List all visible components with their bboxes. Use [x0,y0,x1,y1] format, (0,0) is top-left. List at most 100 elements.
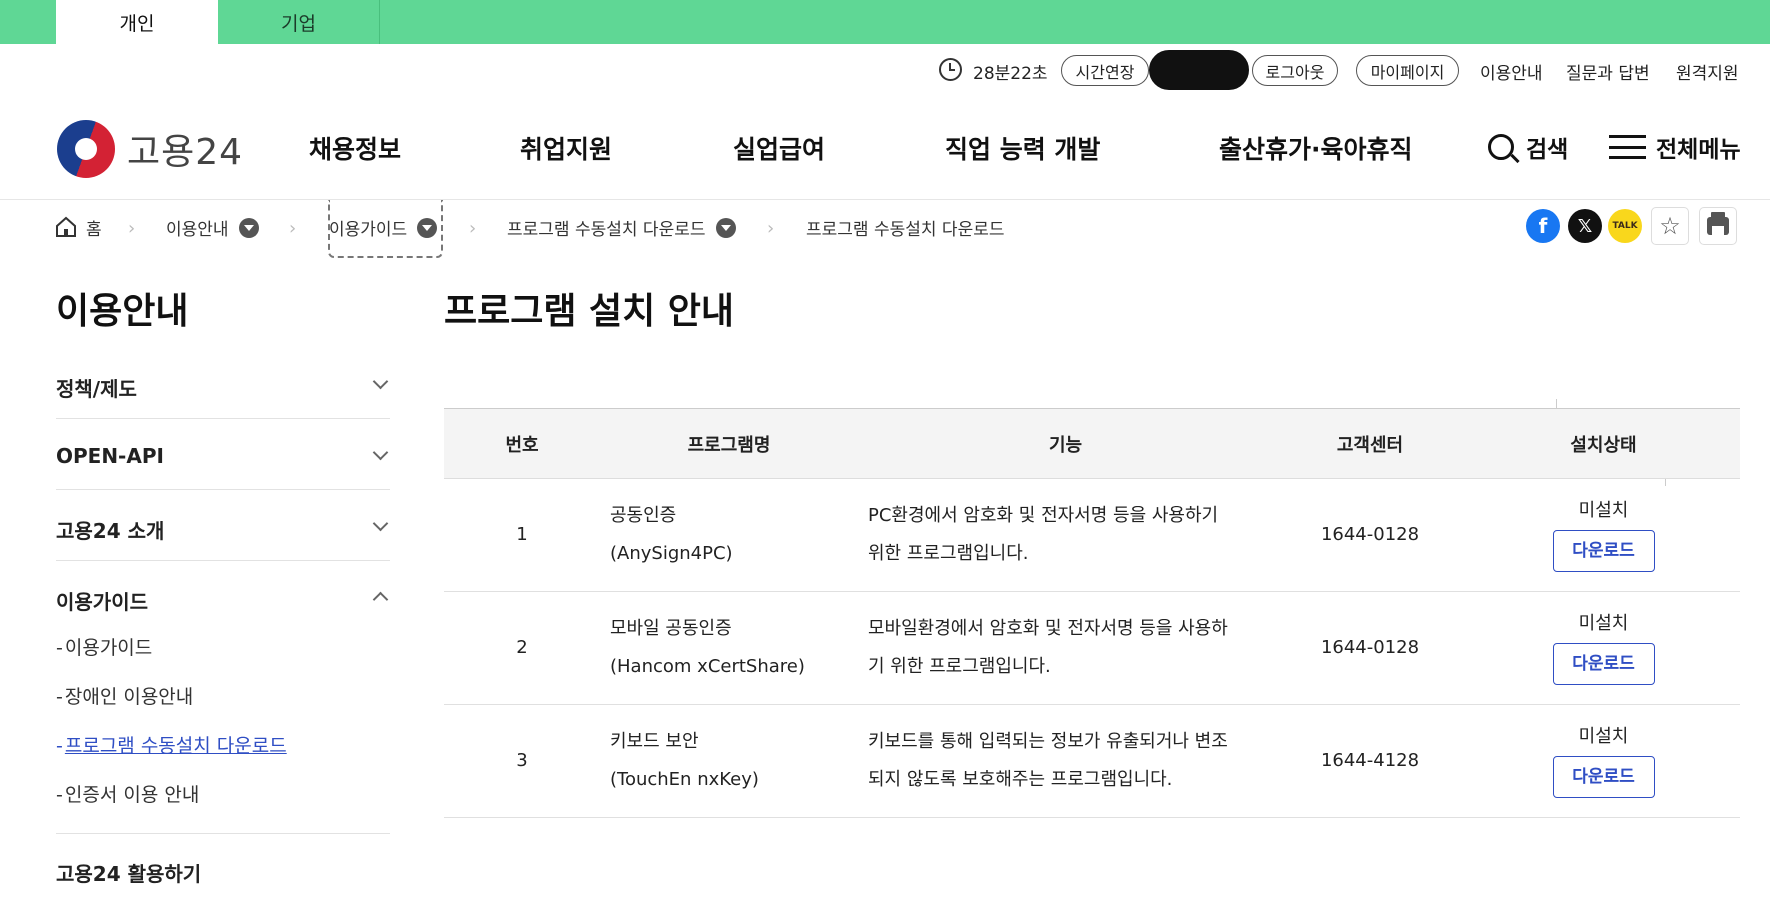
utility-bar: 28분22초 시간연장 로그아웃 마이페이지 이용안내 질문과 답변 원격지원 [0,50,1770,486]
dropdown-icon[interactable] [238,217,259,238]
gnb-parental-leave[interactable]: 출산휴가·육아휴직 [1219,130,1413,166]
taegeuk-logo-icon [57,120,115,178]
install-status-cell: 미설치다운로드 [1467,591,1740,705]
function-line: 키보드를 통해 입력되는 정보가 유출되거나 변조 [868,731,1228,752]
support-phone: 1644-0128 [1273,478,1467,592]
sidebar-item-program-download[interactable]: - 프로그램 수동설치 다운로드 [56,731,287,758]
guide-link[interactable]: 이용안내 [1480,59,1543,84]
gnb-jobs[interactable]: 채용정보 [309,130,401,166]
row-number: 2 [444,591,600,705]
sidebar-item-certificate[interactable]: - 인증서 이용 안내 [56,780,199,807]
program-name-line: 모바일 공동인증 [610,618,732,639]
col-header-status: 설치상태 [1467,408,1740,479]
bullet: - [56,784,63,806]
site-header: 고용24 채용정보 취업지원 실업급여 직업 능력 개발 출산휴가·육아휴직 검… [0,100,1770,200]
tab-corporate[interactable]: 기업 [218,0,380,44]
download-button[interactable]: 다운로드 [1552,756,1655,798]
gnb-unemployment-benefit[interactable]: 실업급여 [733,130,825,166]
printer-icon [1707,212,1729,235]
program-table: 번호 프로그램명 기능 고객센터 설치상태 1 공동인증 (AnySign4PC)… [444,408,1740,818]
clock-icon [939,58,962,81]
program-function: 모바일환경에서 암호화 및 전자서명 등을 사용하기 위한 프로그램입니다. [858,591,1273,705]
sidebar-section-label: OPEN-API [56,444,164,468]
gnb-vocational-training[interactable]: 직업 능력 개발 [945,130,1100,166]
col-header-program: 프로그램명 [600,408,858,479]
breadcrumb-current: 프로그램 수동설치 다운로드 [806,220,1005,240]
logo-text: 고용24 [127,132,244,173]
program-name-line: (AnySign4PC) [610,543,733,564]
sidebar-section-openapi[interactable]: OPEN-API [56,420,390,490]
sidebar-section-policy[interactable]: 정책/제도 [56,349,390,419]
sidebar-title: 이용안내 [56,291,189,332]
program-name: 모바일 공동인증 (Hancom xCertShare) [600,591,858,705]
mypage-button[interactable]: 마이페이지 [1356,55,1459,86]
sidebar-section-label: 고용24 활용하기 [56,862,202,886]
print-button[interactable] [1699,207,1737,245]
breadcrumb-guide[interactable]: 이용안내 [166,215,259,240]
site-logo[interactable]: 고용24 [57,120,243,178]
breadcrumb-guide-label: 이용안내 [166,220,229,240]
function-line: 기 위한 프로그램입니다. [868,656,1051,677]
sidebar-section-utilize[interactable]: 고용24 활용하기 [56,834,390,898]
support-phone: 1644-0128 [1273,591,1467,705]
breadcrumb-program-download[interactable]: 프로그램 수동설치 다운로드 [507,215,736,240]
program-name-line: (Hancom xCertShare) [610,656,805,677]
sidebar-item-label: 인증서 이용 안내 [64,784,200,806]
kakaotalk-share-icon[interactable]: TALK [1608,209,1642,243]
download-button[interactable]: 다운로드 [1552,530,1655,572]
tab-personal[interactable]: 개인 [56,0,218,44]
remote-support-link[interactable]: 원격지원 [1676,59,1739,84]
logout-button[interactable]: 로그아웃 [1252,55,1338,86]
dropdown-icon[interactable] [715,217,736,238]
x-share-icon[interactable]: 𝕏 [1568,209,1602,243]
function-line: 위한 프로그램입니다. [868,543,1029,564]
chevron-right-icon: › [289,218,297,239]
extend-session-button[interactable]: 시간연장 [1061,55,1149,86]
chevron-down-icon [372,373,389,390]
search-icon [1488,134,1514,160]
search-label: 검색 [1526,137,1569,163]
breadcrumb-home[interactable]: 홈 [86,215,102,240]
program-name-line: 키보드 보안 [610,731,699,752]
program-name: 키보드 보안 (TouchEn nxKey) [600,704,858,818]
sidebar-section-about[interactable]: 고용24 소개 [56,491,390,561]
gnb-employment-support[interactable]: 취업지원 [520,130,612,166]
all-menu-button[interactable]: 전체메뉴 [1609,130,1741,164]
download-button[interactable]: 다운로드 [1552,643,1655,685]
program-name: 공동인증 (AnySign4PC) [600,478,858,592]
row-number: 1 [444,478,600,592]
search-button[interactable]: 검색 [1488,130,1568,164]
sidebar-section-label: 고용24 소개 [56,519,165,543]
col-header-function: 기능 [858,408,1273,479]
hamburger-icon [1609,135,1646,159]
install-status-cell: 미설치다운로드 [1467,704,1740,818]
facebook-share-icon[interactable]: f [1526,209,1560,243]
sidebar-section-label: 정책/제도 [56,377,137,401]
sidebar-item-accessibility[interactable]: - 장애인 이용안내 [56,682,193,709]
install-status: 미설치 [1578,613,1629,634]
chevron-right-icon: › [128,218,136,239]
function-line: 모바일환경에서 암호화 및 전자서명 등을 사용하 [868,618,1228,639]
sidebar-item-label: 프로그램 수동설치 다운로드 [64,735,287,757]
function-line: 되지 않도록 보호해주는 프로그램입니다. [868,769,1173,790]
program-function: 키보드를 통해 입력되는 정보가 유출되거나 변조되지 않도록 보호해주는 프로… [858,704,1273,818]
table-header-row: 번호 프로그램명 기능 고객센터 설치상태 [444,408,1740,479]
program-name-line: (TouchEn nxKey) [610,769,759,790]
install-status: 미설치 [1578,500,1629,521]
table-row: 2 모바일 공동인증 (Hancom xCertShare) 모바일환경에서 암호… [444,591,1740,705]
chevron-up-icon [372,591,389,608]
home-icon[interactable] [55,216,77,238]
session-timer: 28분22초 [973,64,1048,84]
bullet: - [56,637,63,659]
qna-link[interactable]: 질문과 답변 [1566,59,1650,84]
sidebar-section-label: 이용가이드 [56,590,148,614]
bullet: - [56,686,63,708]
chevron-down-icon [372,515,389,532]
program-name-line: 공동인증 [610,505,677,526]
table-row: 3 키보드 보안 (TouchEn nxKey) 키보드를 통해 입력되는 정보가… [444,704,1740,818]
bookmark-star-icon[interactable]: ☆ [1651,207,1689,245]
col-header-number: 번호 [444,408,600,479]
install-status: 미설치 [1578,726,1629,747]
chevron-right-icon: › [469,218,477,239]
sidebar-item-usage-guide[interactable]: - 이용가이드 [56,633,152,660]
